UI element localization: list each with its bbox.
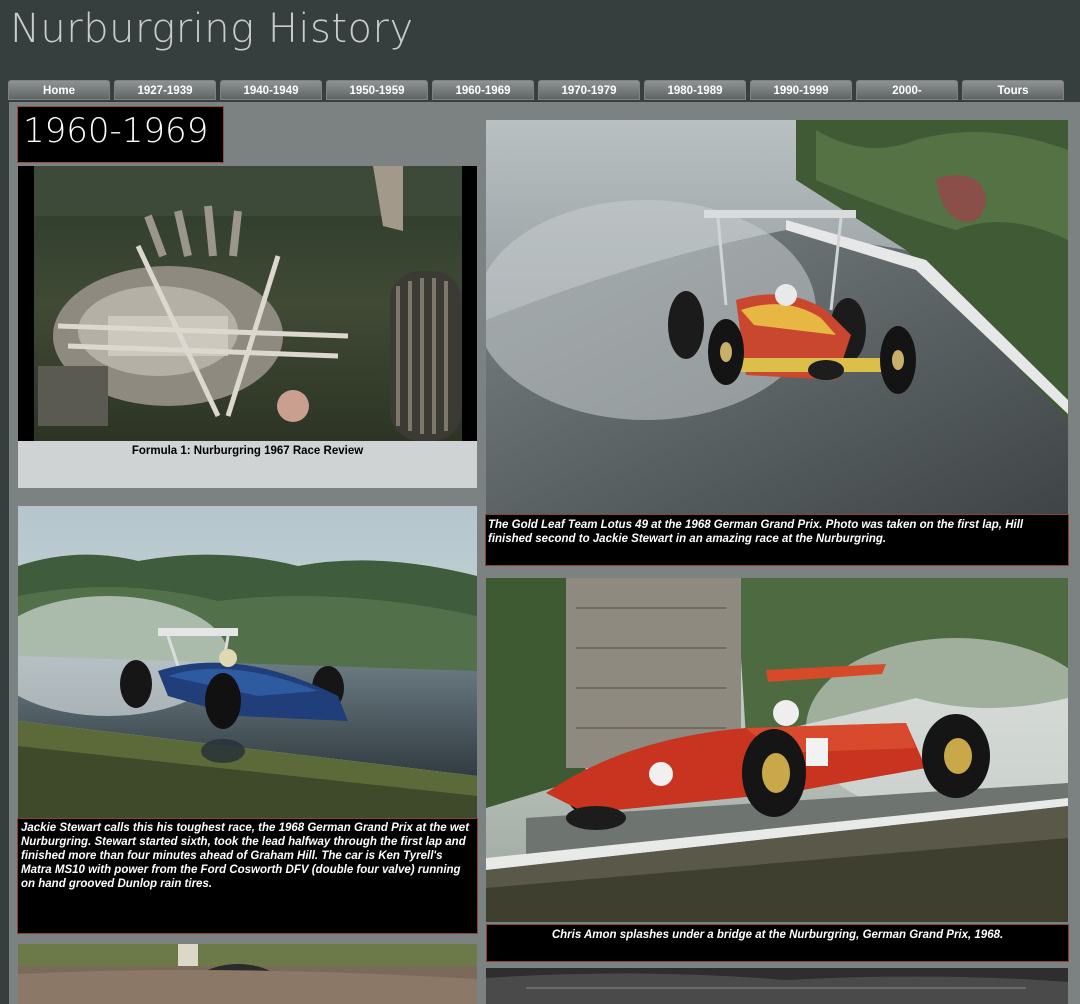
- stewart-matra-image: [18, 506, 477, 818]
- amon-ferrari-image: [486, 578, 1068, 922]
- lotus-49-photo: [486, 120, 1068, 514]
- nav-tab-1940-1949[interactable]: 1940-1949: [220, 80, 322, 100]
- bottom-left-image: [18, 944, 477, 1004]
- nav-tab-2000[interactable]: 2000-: [856, 80, 958, 100]
- nav-tab-1970-1979[interactable]: 1970-1979: [538, 80, 640, 100]
- video-player[interactable]: [18, 166, 477, 441]
- nav-tab-1950-1959[interactable]: 1950-1959: [326, 80, 428, 100]
- lotus-49-caption: The Gold Leaf Team Lotus 49 at the 1968 …: [485, 514, 1069, 566]
- nav-tab-1927-1939[interactable]: 1927-1939: [114, 80, 216, 100]
- video-frame-image: [34, 166, 462, 441]
- nav-tab-1980-1989[interactable]: 1980-1989: [644, 80, 746, 100]
- nav-tab-1960-1969[interactable]: 1960-1969: [432, 80, 534, 100]
- page: Nurburgring History Home 1927-1939 1940-…: [0, 0, 1080, 1004]
- main-nav: Home 1927-1939 1940-1949 1950-1959 1960-…: [0, 80, 1080, 102]
- bottom-right-photo: [486, 968, 1068, 1004]
- bottom-right-image: [486, 968, 1068, 1004]
- video-panel: Formula 1: Nurburgring 1967 Race Review: [18, 166, 477, 488]
- site-title: Nurburgring History: [10, 6, 414, 52]
- bottom-left-photo: [18, 944, 477, 1004]
- nav-tab-1990-1999[interactable]: 1990-1999: [750, 80, 852, 100]
- page-heading: 1960-1969: [23, 111, 209, 151]
- nav-tab-tours[interactable]: Tours: [962, 80, 1064, 100]
- lotus-49-image: [486, 120, 1068, 514]
- stewart-matra-photo: [18, 506, 477, 818]
- nav-tab-home[interactable]: Home: [8, 80, 110, 100]
- video-caption: Formula 1: Nurburgring 1967 Race Review: [18, 441, 477, 471]
- amon-ferrari-photo: [486, 578, 1068, 922]
- amon-ferrari-caption: Chris Amon splashes under a bridge at th…: [486, 924, 1069, 962]
- stewart-matra-caption: Jackie Stewart calls this his toughest r…: [17, 818, 478, 934]
- page-heading-box: 1960-1969: [17, 106, 224, 163]
